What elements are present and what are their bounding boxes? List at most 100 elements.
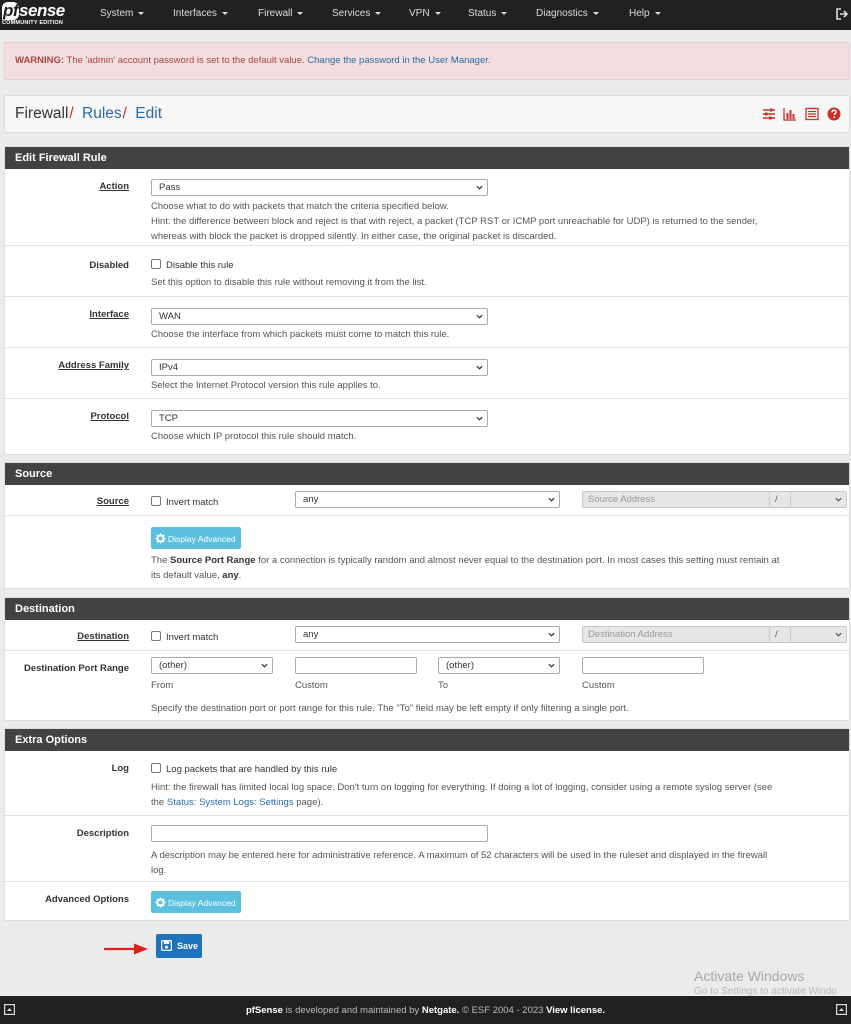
help-line: Choose what to do with packets that matc…	[151, 201, 449, 212]
advanced-display-advanced-button[interactable]: Display Advanced	[151, 891, 241, 913]
interface-row: Interface WAN Choose the interface from …	[5, 297, 849, 348]
edit-rule-panel: Edit Firewall Rule Action Pass Choose wh…	[4, 146, 850, 455]
help-text: its default value,	[151, 570, 220, 581]
help-line: A description may be entered here for ad…	[151, 850, 768, 861]
port-from-custom-input[interactable]	[295, 657, 417, 674]
nav-interfaces[interactable]: Interfaces	[173, 8, 228, 19]
checkbox-icon[interactable]	[151, 763, 161, 773]
caret-down-icon	[592, 11, 599, 15]
collapse-toggle-icon[interactable]	[836, 1004, 847, 1015]
save-button[interactable]: Save	[156, 934, 202, 958]
red-arrow-icon	[104, 943, 148, 955]
nav-services[interactable]: Services	[332, 8, 382, 19]
select-value: any	[303, 629, 319, 640]
chevron-down-icon	[835, 497, 842, 502]
breadcrumb: Firewall/ Rules/ Edit	[15, 105, 162, 123]
caret-down-icon	[434, 11, 441, 15]
port-from-select[interactable]: (other)	[151, 657, 273, 674]
chevron-down-icon	[835, 632, 842, 637]
nav-firewall[interactable]: Firewall	[258, 8, 304, 19]
disabled-label: Disabled	[89, 260, 129, 271]
checkbox-icon[interactable]	[151, 259, 161, 269]
from-caption: From	[151, 680, 174, 691]
help-icon[interactable]	[827, 107, 841, 121]
destination-invert-checkbox[interactable]: Invert match	[151, 631, 218, 643]
button-label: Save	[177, 941, 199, 951]
to-caption: To	[438, 680, 449, 691]
protocol-label[interactable]: Protocol	[90, 411, 129, 422]
footer-license-link[interactable]: View license.	[546, 1005, 605, 1016]
interface-help: Choose the interface from which packets …	[151, 329, 450, 340]
source-address-input[interactable]: Source Address	[582, 491, 770, 508]
footer-copyright: © ESF 2004 - 2023	[461, 1005, 544, 1016]
address-family-label[interactable]: Address Family	[58, 360, 129, 371]
collapse-toggle-icon[interactable]	[4, 1004, 15, 1015]
help-line: log.	[151, 865, 167, 876]
nav-system[interactable]: System	[100, 8, 145, 19]
system-logs-settings-link[interactable]: Status: System Logs: Settings	[167, 797, 294, 808]
footer: pfSense is developed and maintained by N…	[0, 996, 851, 1024]
source-mask-select[interactable]	[790, 491, 847, 508]
help-line: Hint: the firewall has limited local log…	[151, 782, 773, 793]
source-label[interactable]: Source	[97, 496, 129, 507]
address-family-help: Select the Internet Protocol version thi…	[151, 380, 381, 391]
interface-label[interactable]: Interface	[89, 309, 129, 320]
logout-icon[interactable]	[835, 7, 849, 21]
custom-caption: Custom	[295, 680, 328, 691]
checkbox-icon[interactable]	[151, 631, 161, 641]
source-invert-checkbox[interactable]: Invert match	[151, 496, 218, 508]
destination-label[interactable]: Destination	[77, 631, 129, 642]
logo-edition: COMMUNITY EDITION	[2, 20, 64, 26]
source-display-advanced-button[interactable]: Display Advanced	[151, 527, 241, 549]
log-label: Log	[111, 763, 129, 774]
protocol-select[interactable]: TCP	[151, 410, 488, 427]
select-value: Pass	[159, 182, 181, 193]
address-family-row: Address Family IPv4 Select the Internet …	[5, 348, 849, 399]
interface-select[interactable]: WAN	[151, 308, 488, 325]
log-checkbox[interactable]: Log packets that are handled by this rul…	[151, 763, 337, 775]
breadcrumb-rules-link[interactable]: Rules	[82, 105, 122, 122]
list-alt-icon[interactable]	[805, 107, 819, 121]
footer-netgate-link[interactable]: Netgate.	[422, 1005, 459, 1016]
sliders-icon[interactable]	[762, 107, 776, 121]
help-text: for a connection is typically random and…	[258, 555, 780, 566]
page-action-icons	[757, 107, 841, 121]
disable-rule-checkbox[interactable]: Disable this rule	[151, 259, 234, 271]
select-value: WAN	[159, 311, 181, 322]
change-password-link[interactable]: Change the password in the User Manager.	[307, 55, 490, 66]
chevron-down-icon	[476, 314, 483, 319]
nav-vpn[interactable]: VPN	[409, 8, 441, 19]
checkbox-icon[interactable]	[151, 496, 161, 506]
destination-mask-separator: /	[769, 626, 791, 643]
destination-address-input[interactable]: Destination Address	[582, 626, 770, 643]
port-to-custom-input[interactable]	[582, 657, 704, 674]
nav-help[interactable]: Help	[629, 8, 661, 19]
checkbox-label: Disable this rule	[166, 260, 234, 271]
description-input[interactable]	[151, 825, 488, 842]
chevron-down-icon	[261, 663, 268, 668]
breadcrumb-bar: Firewall/ Rules/ Edit	[4, 95, 850, 133]
breadcrumb-edit-link[interactable]: Edit	[135, 105, 162, 122]
port-to-select[interactable]: (other)	[438, 657, 560, 674]
address-family-select[interactable]: IPv4	[151, 359, 488, 376]
bar-chart-icon[interactable]	[783, 107, 797, 121]
protocol-help: Choose which IP protocol this rule shoul…	[151, 431, 357, 442]
action-label[interactable]: Action	[99, 181, 129, 192]
description-row: Description A description may be entered…	[5, 816, 849, 882]
pfsense-logo[interactable]: pfsense COMMUNITY EDITION	[2, 2, 66, 30]
destination-type-select[interactable]: any	[295, 626, 560, 643]
checkbox-label: Invert match	[166, 497, 219, 508]
source-advanced-row: Display Advanced The Source Port Range f…	[5, 516, 849, 588]
help-text: page).	[296, 797, 324, 808]
nav-status[interactable]: Status	[468, 8, 508, 19]
source-type-select[interactable]: any	[295, 491, 560, 508]
panel-title: Destination	[5, 598, 849, 620]
activate-windows-watermark: Activate Windows	[694, 968, 805, 984]
action-select[interactable]: Pass	[151, 179, 488, 196]
nav-diagnostics[interactable]: Diagnostics	[536, 8, 599, 19]
top-navbar: pfsense COMMUNITY EDITION System Interfa…	[0, 0, 851, 30]
chevron-down-icon	[548, 632, 555, 637]
destination-mask-select[interactable]	[790, 626, 847, 643]
select-value: TCP	[159, 413, 178, 424]
action-help: Choose what to do with packets that matc…	[151, 199, 841, 244]
